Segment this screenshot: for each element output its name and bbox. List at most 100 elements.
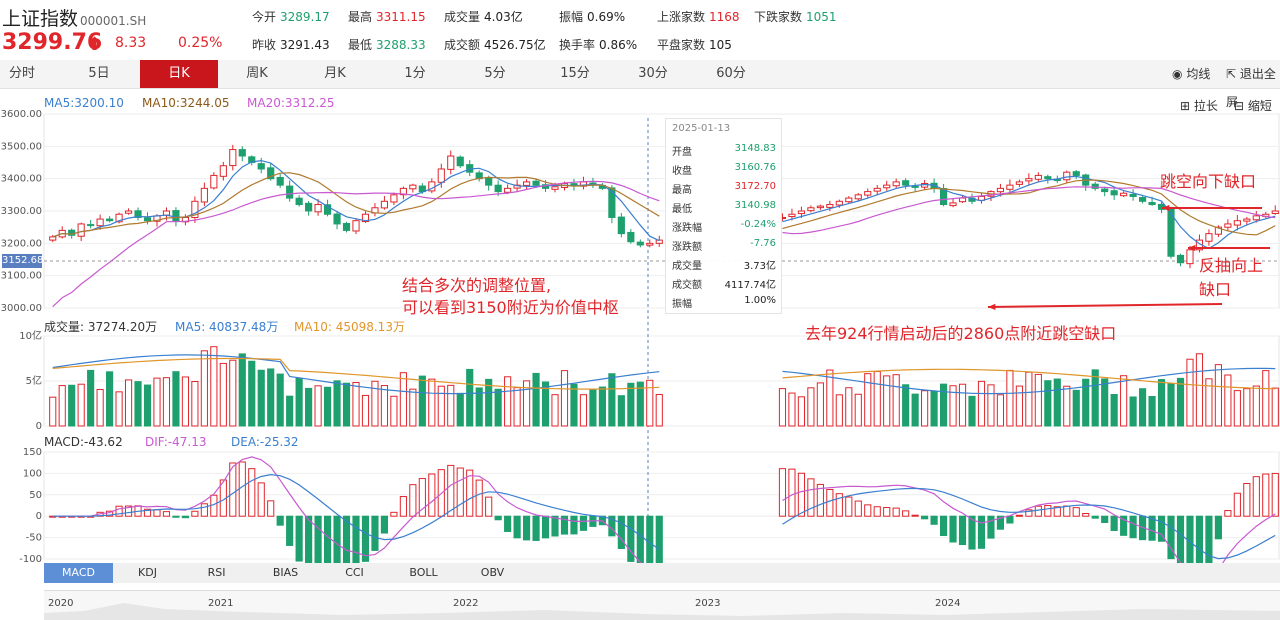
candle-body bbox=[77, 223, 85, 237]
candle-body bbox=[797, 210, 805, 215]
candle-body bbox=[1271, 210, 1279, 214]
candle-body bbox=[1176, 254, 1185, 264]
macd-histogram-bar bbox=[1063, 505, 1071, 517]
volume-bar bbox=[1044, 380, 1052, 427]
volume-bar bbox=[380, 385, 389, 427]
candle-body bbox=[162, 210, 171, 216]
macd-histogram-bar bbox=[911, 514, 919, 517]
candle-body bbox=[1025, 178, 1033, 182]
candle-body bbox=[1139, 197, 1147, 202]
macd-histogram-bar bbox=[352, 515, 360, 567]
candle-body bbox=[1006, 184, 1014, 190]
volume-bar bbox=[191, 381, 199, 427]
volume-bar bbox=[589, 389, 597, 427]
tooltip-key: 成交额 bbox=[672, 280, 702, 291]
indicator-tab-cci[interactable]: CCI bbox=[320, 563, 389, 583]
volume-bar bbox=[314, 385, 322, 427]
volume-bar bbox=[939, 383, 948, 427]
candle-body bbox=[143, 217, 152, 222]
price-tick-label: 3500.00 bbox=[1, 141, 42, 152]
volume-bar bbox=[229, 359, 237, 427]
volume-bar bbox=[968, 395, 976, 427]
macd-histogram-bar bbox=[1252, 476, 1260, 517]
candle-body bbox=[1129, 193, 1137, 197]
macd-histogram-bar bbox=[570, 515, 578, 535]
tooltip-key: 最高 bbox=[672, 185, 692, 196]
macd-histogram-bar bbox=[390, 511, 398, 517]
indicator-tab-macd[interactable]: MACD bbox=[44, 563, 113, 583]
tooltip-value: -7.76 bbox=[750, 238, 776, 249]
tooltip-value: 3148.83 bbox=[734, 143, 776, 154]
volume-bar bbox=[494, 388, 502, 427]
volume-bar bbox=[778, 388, 787, 427]
macd-histogram-bar bbox=[551, 515, 559, 537]
annotation-gap-down: 跳空向下缺口 bbox=[1160, 172, 1257, 191]
volume-bar bbox=[826, 369, 834, 427]
tooltip-value: 3160.76 bbox=[734, 162, 776, 173]
candle-body bbox=[864, 191, 872, 196]
volume-bar bbox=[1243, 388, 1251, 427]
volume-bar bbox=[854, 393, 862, 427]
macd-histogram-bar bbox=[883, 507, 891, 517]
volume-bar bbox=[1271, 387, 1279, 427]
volume-bar bbox=[323, 386, 332, 427]
candle-body bbox=[854, 194, 862, 200]
ma20-line bbox=[52, 180, 1276, 308]
macd-histogram-bar bbox=[1271, 472, 1279, 517]
price-tick-label: 3000.00 bbox=[1, 303, 42, 314]
volume-bar bbox=[87, 369, 95, 427]
macd-histogram-bar bbox=[1262, 473, 1270, 517]
volume-bar bbox=[1252, 385, 1260, 427]
indicator-tab-kdj[interactable]: KDJ bbox=[113, 563, 182, 583]
tooltip-key: 成交量 bbox=[672, 261, 702, 272]
volume-bar bbox=[1262, 370, 1270, 427]
indicator-tab-rsi[interactable]: RSI bbox=[182, 563, 251, 583]
volume-bar bbox=[49, 396, 57, 427]
volume-bar bbox=[911, 393, 919, 427]
volume-bar bbox=[58, 385, 66, 427]
kline-chart[interactable]: 3600.00 3500.00 3400.00 3300.00 3200.00 3100.… bbox=[0, 0, 1280, 619]
gap-2860-arrow-head bbox=[988, 303, 996, 311]
volume-bar bbox=[1224, 374, 1232, 427]
nav-year-2020: 2020 bbox=[48, 598, 74, 609]
macd-histogram-bar bbox=[1044, 505, 1052, 517]
macd-histogram-bar bbox=[1224, 510, 1232, 517]
candle-body bbox=[437, 168, 445, 183]
candle-body bbox=[1243, 218, 1251, 222]
volume-bar bbox=[1214, 364, 1222, 427]
tooltip-key: 振幅 bbox=[672, 299, 692, 310]
macd-histogram-bar bbox=[1015, 514, 1023, 517]
candle-body bbox=[570, 183, 578, 186]
volume-bar bbox=[96, 388, 104, 427]
volume-bar bbox=[286, 395, 294, 427]
indicator-tab-obv[interactable]: OBV bbox=[458, 563, 527, 583]
macd-histogram-bar bbox=[371, 515, 379, 551]
macd-histogram-bar bbox=[1082, 513, 1090, 517]
macd-histogram-bar bbox=[257, 482, 265, 517]
candle-tooltip: 2025-01-13 开盘 3148.83 收盘 3160.76 最高 3172.70 最低… bbox=[665, 118, 782, 314]
macd-histogram-bar bbox=[248, 468, 256, 517]
macd-histogram-bar bbox=[238, 461, 246, 517]
macd-histogram-bar bbox=[1034, 505, 1042, 517]
volume-bar bbox=[200, 350, 208, 427]
macd-histogram-bar bbox=[181, 515, 189, 519]
macd-histogram-bar bbox=[864, 504, 872, 517]
macd-histogram-bar bbox=[1006, 515, 1014, 524]
volume-bar bbox=[409, 388, 417, 427]
indicator-tab-bias[interactable]: BIAS bbox=[251, 563, 320, 583]
candle-body bbox=[1252, 215, 1260, 221]
annotation-value-center-1: 结合多次的调整位置, bbox=[402, 276, 552, 295]
volume-bar bbox=[1110, 393, 1118, 427]
indicator-tab-boll[interactable]: BOLL bbox=[389, 563, 458, 583]
candle-body bbox=[996, 187, 1005, 193]
candle-body bbox=[788, 213, 796, 218]
macd-histogram-bar bbox=[485, 496, 493, 517]
volume-bar bbox=[390, 395, 398, 427]
volume-tick-label: 10亿 bbox=[19, 329, 42, 342]
volume-bar bbox=[238, 353, 246, 427]
candle-body bbox=[835, 200, 843, 206]
volume-bar bbox=[551, 394, 559, 427]
tooltip-date: 2025-01-13 bbox=[672, 123, 731, 134]
macd-histogram-bar bbox=[200, 503, 208, 517]
volume-bar bbox=[342, 382, 351, 427]
